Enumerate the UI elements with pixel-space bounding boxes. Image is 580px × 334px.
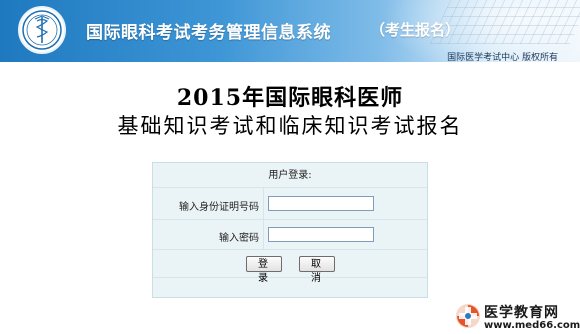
watermark-name: 医学教育网 — [484, 305, 559, 321]
system-title: 国际眼科考试考务管理信息系统 — [86, 23, 331, 43]
medical-caduceus-icon — [18, 6, 66, 54]
med66-logo-icon — [454, 302, 482, 330]
headline-line-1: 2015年国际眼科医师 — [176, 85, 404, 111]
id-number-label: 输入身份证明号码 — [179, 202, 259, 213]
login-button[interactable]: 登录 — [246, 256, 282, 284]
watermark-url: www.med66.com — [484, 320, 580, 331]
system-subtitle: （考生报名） — [370, 21, 461, 39]
headline-line-2: 基础知识考试和临床知识考试报名 — [117, 114, 463, 138]
button-row: 登录 取消 — [153, 250, 427, 284]
watermark: 医学教育网 www.med66.com — [454, 300, 580, 334]
password-label: 输入密码 — [219, 233, 259, 244]
id-row: 输入身份证明号码 — [153, 188, 427, 220]
login-footer — [153, 278, 427, 297]
login-panel: 用户登录: 输入身份证明号码 输入密码 登录 取消 — [152, 162, 428, 298]
login-title: 用户登录: — [153, 163, 427, 188]
copyright-text: 国际医学考试中心 版权所有 — [447, 53, 558, 62]
password-row: 输入密码 — [153, 220, 427, 250]
id-number-input[interactable] — [268, 196, 374, 211]
password-input[interactable] — [268, 227, 374, 242]
cancel-button[interactable]: 取消 — [299, 256, 335, 284]
page-headline: 2015年国际眼科医师 基础知识考试和临床知识考试报名 — [0, 84, 580, 140]
header-banner: 国际眼科考试考务管理信息系统 （考生报名） 国际医学考试中心 版权所有 — [0, 0, 580, 62]
